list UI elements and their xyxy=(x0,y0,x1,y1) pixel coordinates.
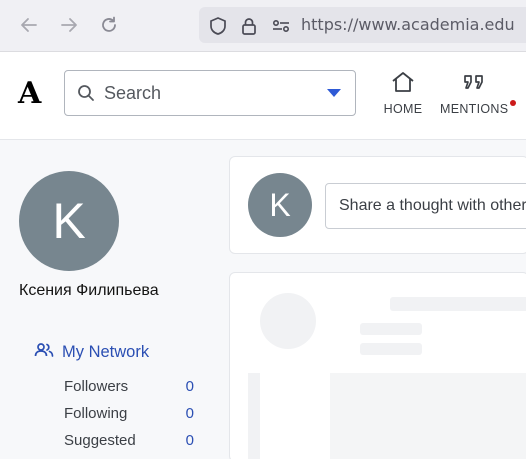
home-icon xyxy=(390,72,416,98)
following-row[interactable]: Following 0 xyxy=(64,405,194,422)
search-input[interactable]: Search xyxy=(104,83,161,104)
skeleton-line xyxy=(360,323,422,335)
url-text[interactable]: https://www.academia.edu xyxy=(301,15,515,34)
suggested-count[interactable]: 0 xyxy=(174,432,194,449)
profile-name[interactable]: Ксения Филипьева xyxy=(19,282,159,300)
followers-row[interactable]: Followers 0 xyxy=(64,378,194,395)
my-network-link[interactable]: My Network xyxy=(34,342,149,362)
skeleton-avatar xyxy=(260,293,316,349)
search-box[interactable]: Search xyxy=(64,70,356,116)
forward-arrow-icon[interactable] xyxy=(56,12,82,38)
site-header: A Search HOME MENTIONS xyxy=(0,52,526,140)
permissions-icon[interactable] xyxy=(271,16,291,36)
people-icon xyxy=(34,342,54,362)
followers-count[interactable]: 0 xyxy=(174,378,194,395)
post-composer: K Share a thought with other xyxy=(229,156,526,254)
followers-label: Followers xyxy=(64,378,129,395)
profile-avatar[interactable]: K xyxy=(19,171,119,271)
nav-mentions-label: MENTIONS xyxy=(440,102,509,116)
lock-icon[interactable] xyxy=(239,16,259,36)
suggested-label: Suggested xyxy=(64,432,136,449)
notification-dot xyxy=(510,100,516,106)
share-thought-input[interactable]: Share a thought with other xyxy=(325,183,526,229)
academia-logo[interactable]: A xyxy=(18,76,41,111)
chevron-down-icon[interactable] xyxy=(327,89,341,97)
browser-toolbar: https://www.academia.edu xyxy=(0,0,526,52)
quote-icon xyxy=(461,75,487,98)
suggested-row[interactable]: Suggested 0 xyxy=(64,432,194,449)
search-icon xyxy=(77,84,95,106)
back-arrow-icon[interactable] xyxy=(16,12,42,38)
skeleton-line xyxy=(390,297,526,311)
my-network-title: My Network xyxy=(62,342,150,361)
composer-avatar[interactable]: K xyxy=(248,173,312,237)
shield-icon[interactable] xyxy=(208,16,228,36)
skeleton-block xyxy=(330,373,526,459)
feed-loading-card xyxy=(229,272,526,459)
reload-icon[interactable] xyxy=(96,12,122,38)
skeleton-block xyxy=(248,373,260,459)
address-bar[interactable]: https://www.academia.edu xyxy=(199,7,526,43)
skeleton-line xyxy=(360,343,422,355)
nav-mentions[interactable]: MENTIONS xyxy=(440,70,516,116)
following-label: Following xyxy=(64,405,128,422)
following-count[interactable]: 0 xyxy=(174,405,194,422)
nav-home-label: HOME xyxy=(383,102,423,116)
nav-home[interactable]: HOME xyxy=(382,70,424,116)
